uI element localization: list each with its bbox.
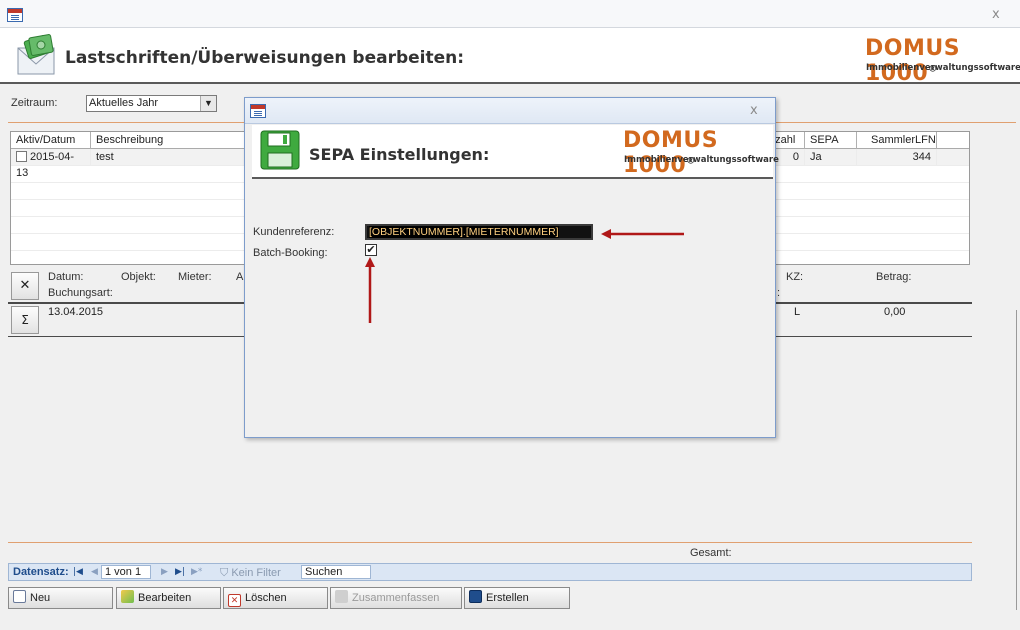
annotation-overlay	[365, 229, 684, 323]
